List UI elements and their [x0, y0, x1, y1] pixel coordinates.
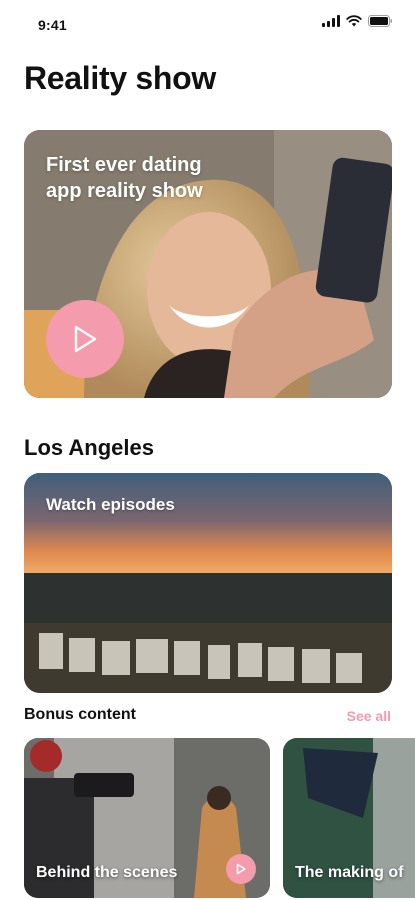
- bonus-card-label: The making of: [295, 864, 404, 881]
- section-title-los-angeles: Los Angeles: [24, 435, 154, 460]
- status-icons: [322, 15, 393, 27]
- watch-episodes-card[interactable]: Watch episodes: [24, 473, 392, 693]
- bonus-play-button[interactable]: [226, 854, 256, 884]
- wifi-icon: [346, 15, 362, 27]
- bonus-card-behind-the-scenes[interactable]: Behind the scenes: [24, 738, 270, 898]
- play-icon: [74, 325, 97, 353]
- play-icon: [236, 863, 246, 875]
- hero-title: First ever dating app reality show: [46, 154, 203, 202]
- page-title: Reality show: [24, 60, 217, 96]
- status-bar: 9:41: [0, 0, 415, 44]
- bonus-card-label: Behind the scenes: [36, 864, 178, 881]
- hero-play-button[interactable]: [46, 300, 124, 378]
- cellular-signal-icon: [322, 15, 340, 27]
- battery-icon: [368, 15, 393, 27]
- hero-video-card[interactable]: First ever dating app reality show: [24, 130, 392, 398]
- app-screen: 9:41 Reality show First ever dating app …: [0, 0, 415, 900]
- bonus-content-title: Bonus content: [24, 706, 136, 723]
- status-time: 9:41: [38, 17, 67, 33]
- see-all-link[interactable]: See all: [347, 708, 391, 724]
- watch-episodes-label: Watch episodes: [46, 495, 175, 514]
- bonus-card-the-making-of[interactable]: The making of: [283, 738, 415, 898]
